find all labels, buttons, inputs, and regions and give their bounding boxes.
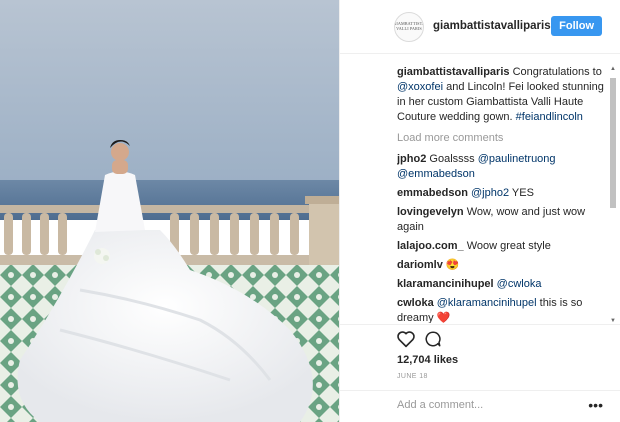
comment-username[interactable]: emmabedson [397, 187, 468, 199]
caption-username[interactable]: giambattistavalliparis [397, 66, 510, 78]
comment-mention[interactable]: @jpho2 [471, 187, 509, 199]
avatar-logo-text: GIAMBATTISTA VALLI PARIS [394, 21, 424, 31]
comment-row: dariomlv 😍 [397, 258, 609, 273]
header-username[interactable]: giambattistavalliparis [433, 20, 551, 32]
comment-icon[interactable] [424, 330, 442, 348]
comment-row: klaramancinihupel @cwloka [397, 277, 609, 292]
wedding-photo [0, 0, 339, 422]
scroll-up-arrow[interactable]: ▲ [609, 66, 617, 72]
comment-username[interactable]: lovingevelyn [397, 206, 464, 218]
scroll-thumb[interactable] [610, 78, 616, 208]
caption-hashtag[interactable]: #feiandlincoln [516, 111, 583, 123]
comments-scrollbar[interactable]: ▲ ▼ [609, 66, 617, 324]
comment-text: 😍 [445, 259, 460, 271]
follow-button[interactable]: Follow [551, 16, 602, 36]
post-actions: 12,704 likes JUNE 18 [340, 324, 620, 380]
comment-mention[interactable]: @emmabedson [397, 168, 475, 180]
comment-mention[interactable]: @cwloka [497, 278, 542, 290]
post-date: JUNE 18 [397, 373, 428, 380]
comment-mention[interactable]: @paulinetruong [478, 153, 556, 165]
comment-text: Goalssss [429, 153, 478, 165]
comment-username[interactable]: dariomlv [397, 259, 443, 271]
add-comment-bar: ••• [340, 390, 620, 422]
comment-username[interactable]: klaramancinihupel [397, 278, 494, 290]
comment-row: emmabedson @jpho2 YES [397, 186, 609, 201]
post-photo[interactable] [0, 0, 339, 422]
comment-row: jpho2 Goalssss @paulinetruong @emmabedso… [397, 152, 609, 182]
comment-text: YES [509, 187, 534, 199]
caption-mention[interactable]: @xoxofei [397, 81, 443, 93]
instagram-post: GIAMBATTISTA VALLI PARIS giambattistaval… [0, 0, 620, 422]
comment-row: lalajoo.com_ Woow great style [397, 239, 609, 254]
comment-rows: jpho2 Goalssss @paulinetruong @emmabedso… [397, 152, 609, 323]
comment-username[interactable]: jpho2 [397, 153, 426, 165]
comment-username[interactable]: cwloka [397, 297, 434, 309]
add-comment-input[interactable] [397, 399, 587, 411]
comment-row: lovingevelyn Wow, wow and just wow again [397, 205, 609, 235]
comments-list: giambattistavalliparis Congratulations t… [397, 65, 609, 323]
post-sidebar: GIAMBATTISTA VALLI PARIS giambattistaval… [339, 0, 620, 422]
caption: giambattistavalliparis Congratulations t… [397, 65, 609, 125]
avatar[interactable]: GIAMBATTISTA VALLI PARIS [394, 12, 424, 42]
comment-row: cwloka @klaramancinihupel this is so dre… [397, 296, 609, 323]
comment-username[interactable]: lalajoo.com_ [397, 240, 464, 252]
load-more-comments[interactable]: Load more comments [397, 131, 609, 146]
post-header: GIAMBATTISTA VALLI PARIS giambattistaval… [340, 0, 620, 54]
more-options-icon[interactable]: ••• [588, 397, 603, 413]
caption-text-1: Congratulations to [512, 66, 602, 78]
comment-text: Woow great style [466, 240, 551, 252]
comment-mention[interactable]: @klaramancinihupel [437, 297, 537, 309]
heart-icon[interactable] [396, 330, 416, 348]
likes-count[interactable]: 12,704 likes [397, 354, 458, 366]
